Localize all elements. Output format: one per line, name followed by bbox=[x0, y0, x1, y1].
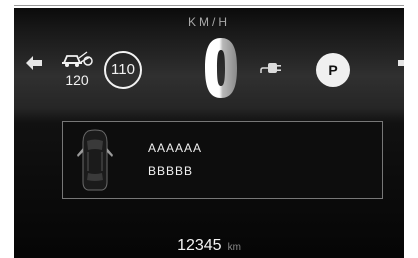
arrow-right-icon[interactable] bbox=[398, 56, 404, 70]
odometer-unit: km bbox=[227, 242, 241, 253]
odometer-value: 12345 bbox=[177, 237, 222, 254]
speed-limit-sign: 110 bbox=[104, 51, 142, 89]
top-divider bbox=[14, 5, 404, 6]
instrument-cluster-screen: KM/H 120 110 P AAAAAA BBBBB 12345 km bbox=[14, 8, 404, 258]
odometer: 12345 km bbox=[14, 237, 404, 255]
car-top-view-icon bbox=[77, 129, 113, 191]
traffic-sign-speed-value: 120 bbox=[65, 72, 89, 88]
arrow-left-icon[interactable] bbox=[26, 56, 42, 70]
ev-plug-icon bbox=[260, 63, 281, 73]
message-panel: AAAAAA BBBBB bbox=[62, 121, 383, 199]
message-line-2: BBBBB bbox=[148, 164, 194, 178]
speed-digit-zero-icon bbox=[205, 38, 237, 98]
traffic-sign-recognition-icon bbox=[62, 51, 93, 67]
speed-unit-label: KM/H bbox=[188, 15, 230, 29]
gear-indicator: P bbox=[316, 53, 350, 87]
message-line-1: AAAAAA bbox=[148, 141, 203, 155]
traffic-sign-recognition: 120 bbox=[60, 48, 94, 88]
